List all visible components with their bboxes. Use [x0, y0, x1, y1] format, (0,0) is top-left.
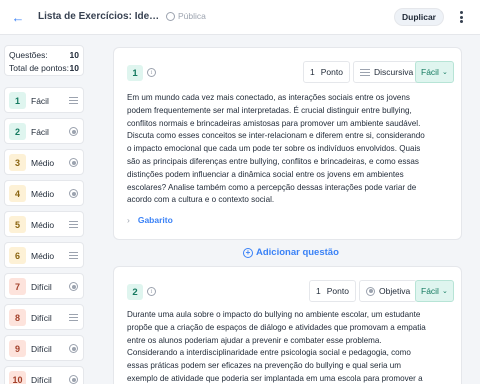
question-number-badge: 7 [9, 278, 26, 295]
difficulty-dropdown[interactable]: Fácil ⌄ [415, 61, 454, 83]
chevron-down-icon: ⌄ [441, 288, 448, 295]
chevron-right-icon: › [127, 215, 130, 225]
discursive-icon [69, 251, 78, 260]
add-question-label: Adicionar questão [256, 247, 339, 258]
more-options-icon[interactable] [456, 9, 466, 25]
discursive-icon [360, 68, 370, 77]
total-points-value: 10 [69, 62, 79, 73]
question-number-badge: 9 [9, 340, 26, 357]
difficulty-dropdown[interactable]: Fácil ⌄ [415, 280, 454, 302]
page-title: Lista de Exercícios: Identifi... [38, 11, 160, 22]
question-number-badge: 6 [9, 247, 26, 264]
question-number-badge: 5 [9, 216, 26, 233]
points-field[interactable]: 1 Ponto [303, 61, 350, 83]
objective-icon [69, 282, 78, 291]
difficulty-label: Médio [31, 220, 55, 230]
question-type-label: Discursiva [374, 67, 414, 77]
question-nav-item[interactable]: 6 Médio [4, 242, 84, 268]
discursive-icon [69, 313, 78, 322]
question-number: 1 [127, 65, 143, 81]
discursive-icon [69, 96, 78, 105]
question-nav-item[interactable]: 10 Difícil [4, 366, 84, 384]
points-unit: Ponto [326, 286, 349, 296]
visibility-label: Pública [178, 11, 206, 21]
difficulty-value: Fácil [421, 67, 439, 77]
points-value: 1 [310, 67, 315, 77]
question-number: 2 [127, 284, 143, 300]
question-nav-item[interactable]: 8 Difícil [4, 304, 84, 330]
question-number-badge: 10 [9, 371, 26, 384]
question-type-label: Objetiva [379, 286, 411, 296]
difficulty-label: Difícil [31, 344, 52, 354]
question-nav-item[interactable]: 2 Fácil [4, 118, 84, 144]
answer-key-toggle[interactable]: › Gabarito [127, 215, 173, 225]
difficulty-label: Médio [31, 251, 55, 261]
chevron-down-icon: ⌄ [441, 69, 448, 76]
question-card: 1 i 1 Ponto Discursiva Fácil ⌄ Em um mun… [113, 47, 462, 240]
top-bar: ← Lista de Exercícios: Identifi... Públi… [0, 0, 480, 35]
points-unit: Ponto [320, 67, 343, 77]
question-card: 2 i 1 Ponto Objetiva Fácil ⌄ Durante uma… [113, 266, 462, 384]
objective-icon [69, 158, 78, 167]
question-nav-item[interactable]: 9 Difícil [4, 335, 84, 361]
difficulty-label: Fácil [31, 96, 49, 106]
objective-icon [69, 375, 78, 384]
objective-icon [69, 189, 78, 198]
visibility-indicator: Pública [166, 11, 206, 21]
info-icon[interactable]: i [147, 68, 156, 77]
summary-panel: Questões: 10 Total de pontos: 10 [4, 45, 84, 76]
total-points-label: Total de pontos: [9, 62, 70, 73]
question-nav-item[interactable]: 3 Médio [4, 149, 84, 175]
question-nav-item[interactable]: 5 Médio [4, 211, 84, 237]
questions-count-value: 10 [69, 49, 79, 60]
duplicate-button[interactable]: Duplicar [394, 8, 444, 26]
question-number-badge: 2 [9, 123, 26, 140]
points-value: 1 [316, 286, 321, 296]
question-number-badge: 4 [9, 185, 26, 202]
question-number-badge: 8 [9, 309, 26, 326]
question-type-selector[interactable]: Objetiva [359, 280, 418, 302]
question-nav-item[interactable]: 4 Médio [4, 180, 84, 206]
discursive-icon [69, 220, 78, 229]
difficulty-value: Fácil [421, 286, 439, 296]
difficulty-label: Médio [31, 189, 55, 199]
points-field[interactable]: 1 Ponto [309, 280, 356, 302]
question-nav-item[interactable]: 7 Difícil [4, 273, 84, 299]
difficulty-label: Difícil [31, 282, 52, 292]
question-text: Durante uma aula sobre o impacto do bull… [127, 310, 426, 383]
questions-count-label: Questões: [9, 49, 48, 60]
info-icon[interactable]: i [147, 287, 156, 296]
question-text: Em um mundo cada vez mais conectado, as … [127, 93, 425, 205]
objective-icon [69, 127, 78, 136]
question-number-badge: 3 [9, 154, 26, 171]
difficulty-label: Fácil [31, 127, 49, 137]
objective-icon [69, 344, 78, 353]
objective-icon [366, 286, 375, 296]
question-number-badge: 1 [9, 92, 26, 109]
question-nav-item[interactable]: 1 Fácil [4, 87, 84, 113]
back-arrow-icon[interactable]: ← [9, 8, 27, 26]
question-type-selector[interactable]: Discursiva [353, 61, 421, 83]
plus-circle-icon: + [243, 247, 253, 258]
difficulty-label: Difícil [31, 375, 52, 384]
difficulty-label: Médio [31, 158, 55, 168]
add-question-button[interactable]: + Adicionar questão [243, 247, 339, 258]
difficulty-label: Difícil [31, 313, 52, 323]
globe-icon [166, 11, 175, 21]
answer-key-label: Gabarito [137, 215, 173, 225]
